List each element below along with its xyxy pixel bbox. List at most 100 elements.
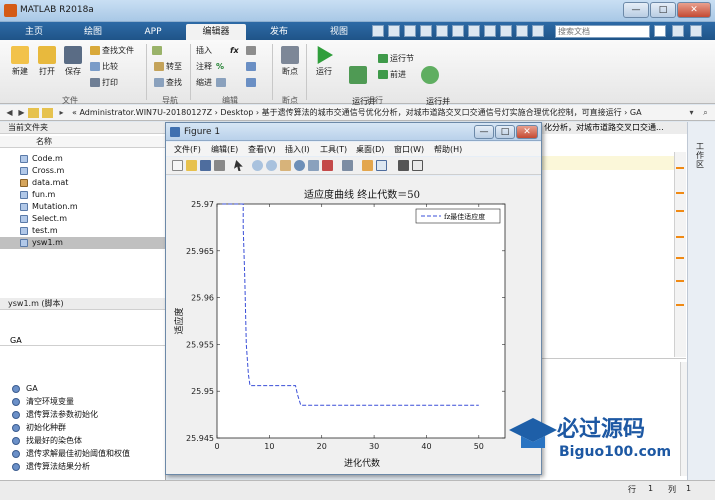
folder-up-icon[interactable] [28, 108, 39, 118]
file-row[interactable]: Mutation.m [0, 201, 165, 213]
print-button[interactable]: 打印 [90, 78, 118, 88]
function-item[interactable]: 初始化种群 [0, 422, 165, 434]
quick-access-icon[interactable] [420, 25, 432, 37]
rotate-icon[interactable] [294, 160, 305, 171]
figure-canvas[interactable]: 适应度曲线 终止代数＝50 0 10 20 30 40 50 25.945 25.95 25.9… [166, 176, 541, 474]
file-row[interactable]: data.mat [0, 177, 165, 189]
tab-view[interactable]: 视图 [312, 24, 366, 40]
quick-access-icon[interactable] [452, 25, 464, 37]
tab-publish[interactable]: 发布 [252, 24, 306, 40]
file-row[interactable]: Select.m [0, 213, 165, 225]
minimize-button[interactable]: — [623, 2, 649, 18]
edit-tool-icon[interactable] [246, 62, 258, 72]
figure-window[interactable]: Figure 1 — □ ✕ 文件(F) 编辑(E) 查看(V) 插入(I) 工… [165, 122, 542, 475]
legend-icon[interactable] [376, 160, 387, 171]
address-path[interactable]: « Administrator.WIN7U-20180127Z › Deskto… [72, 107, 642, 118]
menu-window[interactable]: 窗口(W) [394, 144, 424, 155]
tab-home[interactable]: 主页 [8, 24, 60, 40]
tab-apps[interactable]: APP [126, 24, 180, 40]
percent-comment-button[interactable]: % [216, 62, 224, 72]
run-section-button[interactable]: 运行节 [378, 54, 414, 64]
hide-plot-tools-icon[interactable] [398, 160, 409, 171]
help-icon[interactable] [690, 25, 702, 37]
function-item[interactable]: 遗传求解最佳初始阈值和权值 [0, 448, 165, 460]
show-plot-tools-icon[interactable] [412, 160, 423, 171]
compare-button[interactable]: 比较 [90, 62, 118, 72]
search-icon[interactable] [654, 25, 666, 37]
new-figure-icon[interactable] [172, 160, 183, 171]
advance-button[interactable]: 前进 [378, 70, 406, 80]
find-button[interactable]: 查找 [154, 78, 182, 88]
edit-tool-icon[interactable] [246, 46, 258, 56]
fitness-chart[interactable]: 适应度曲线 终止代数＝50 0 10 20 30 40 50 25.945 25.95 25.9… [166, 176, 541, 474]
file-row[interactable]: Cross.m [0, 165, 165, 177]
print-figure-icon[interactable] [214, 160, 225, 171]
function-item[interactable]: 清空环境变量 [0, 396, 165, 408]
breakpoints-button[interactable]: 断点 [276, 46, 304, 77]
menu-view[interactable]: 查看(V) [248, 144, 276, 155]
save-figure-icon[interactable] [200, 160, 211, 171]
fx-button[interactable]: fx [230, 46, 239, 56]
function-item[interactable]: 遗传算法结果分析 [0, 461, 165, 473]
insert-button[interactable]: 插入 [196, 46, 212, 56]
quick-access-icon[interactable] [388, 25, 400, 37]
run-button[interactable]: 运行 [310, 46, 338, 77]
menu-desktop[interactable]: 桌面(D) [356, 144, 384, 155]
find-files-button[interactable]: 查找文件 [90, 46, 134, 56]
back-arrow-icon[interactable]: ◀ [4, 108, 15, 118]
goto-button[interactable]: 转至 [154, 62, 182, 72]
search-input[interactable] [555, 25, 650, 38]
zoom-out-icon[interactable] [266, 160, 277, 171]
editor-scrollbar[interactable] [674, 152, 686, 357]
tab-editor[interactable]: 编辑器 [186, 24, 246, 40]
notification-icon[interactable] [672, 25, 684, 37]
quick-access-icon[interactable] [404, 25, 416, 37]
zoom-in-icon[interactable] [252, 160, 263, 171]
path-dropdown-icon[interactable]: ▸ [56, 108, 67, 118]
figure-close-button[interactable]: ✕ [516, 125, 538, 139]
figure-maximize-button[interactable]: □ [495, 125, 515, 139]
pan-icon[interactable] [280, 160, 291, 171]
open-button[interactable]: 打开 [34, 46, 60, 77]
save-button[interactable]: 保存 [60, 46, 86, 77]
quick-access-icon[interactable] [500, 25, 512, 37]
quick-access-icon[interactable] [516, 25, 528, 37]
tab-plots[interactable]: 绘图 [66, 24, 120, 40]
maximize-button[interactable]: □ [650, 2, 676, 18]
menu-insert[interactable]: 插入(I) [285, 144, 310, 155]
quick-access-icon[interactable] [532, 25, 544, 37]
data-cursor-icon[interactable] [308, 160, 319, 171]
function-item[interactable]: GA [0, 383, 165, 395]
menu-tools[interactable]: 工具(T) [320, 144, 347, 155]
comment-button[interactable]: 注释 [196, 62, 212, 72]
open-file-icon[interactable] [186, 160, 197, 171]
edit-tool-icon[interactable] [246, 78, 258, 88]
function-item[interactable]: 找最好的染色体 [0, 435, 165, 447]
pointer-icon[interactable] [234, 160, 243, 171]
file-row[interactable]: fun.m [0, 189, 165, 201]
file-row[interactable]: Code.m [0, 153, 165, 165]
function-item[interactable]: 遗传算法参数初始化 [0, 409, 165, 421]
new-button[interactable]: 新建 [6, 46, 34, 77]
brush-icon[interactable] [322, 160, 333, 171]
indent-button[interactable]: 缩进 [196, 78, 212, 88]
nav-back-icon[interactable] [152, 46, 164, 56]
menu-help[interactable]: 帮助(H) [434, 144, 462, 155]
browse-folder-icon[interactable] [42, 108, 53, 118]
quick-access-icon[interactable] [372, 25, 384, 37]
close-button[interactable]: ✕ [677, 2, 711, 18]
quick-access-icon[interactable] [484, 25, 496, 37]
figure-minimize-button[interactable]: — [474, 125, 494, 139]
file-row-selected[interactable]: ysw1.m [0, 237, 165, 249]
colorbar-icon[interactable] [362, 160, 373, 171]
quick-access-icon[interactable] [468, 25, 480, 37]
menu-file[interactable]: 文件(F) [174, 144, 201, 155]
link-plot-icon[interactable] [342, 160, 353, 171]
name-column-header[interactable]: 名称 [0, 136, 166, 148]
menu-edit[interactable]: 编辑(E) [211, 144, 238, 155]
forward-arrow-icon[interactable]: ▶ [16, 108, 27, 118]
quick-access-icon[interactable] [436, 25, 448, 37]
path-dropdown-icon[interactable]: ▾ [686, 108, 697, 118]
indent-icon[interactable] [216, 78, 228, 88]
file-row[interactable]: test.m [0, 225, 165, 237]
